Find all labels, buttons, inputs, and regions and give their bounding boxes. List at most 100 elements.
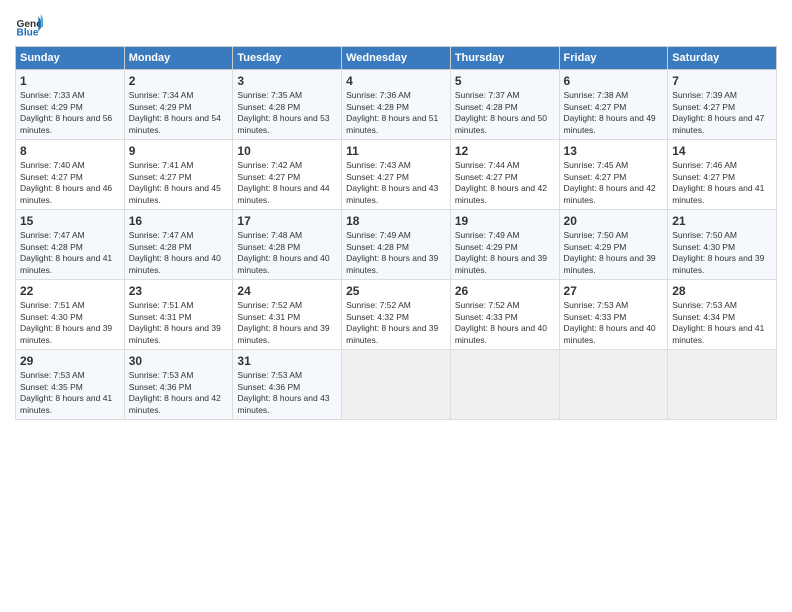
header-row: SundayMondayTuesdayWednesdayThursdayFrid…	[16, 47, 777, 70]
sunrise: Sunrise: 7:36 AM	[346, 90, 411, 100]
day-number: 11	[346, 143, 446, 159]
col-header-wednesday: Wednesday	[342, 47, 451, 70]
sunset: Sunset: 4:31 PM	[237, 312, 300, 322]
daylight: Daylight: 8 hours and 42 minutes.	[129, 393, 221, 414]
daylight: Daylight: 8 hours and 54 minutes.	[129, 113, 221, 134]
day-number: 27	[564, 283, 664, 299]
sunrise: Sunrise: 7:50 AM	[672, 230, 737, 240]
sunrise: Sunrise: 7:39 AM	[672, 90, 737, 100]
week-row-3: 15Sunrise: 7:47 AMSunset: 4:28 PMDayligh…	[16, 210, 777, 280]
sunrise: Sunrise: 7:52 AM	[455, 300, 520, 310]
header: General Blue	[15, 10, 777, 38]
day-number: 26	[455, 283, 555, 299]
col-header-sunday: Sunday	[16, 47, 125, 70]
sunrise: Sunrise: 7:38 AM	[564, 90, 629, 100]
day-number: 4	[346, 73, 446, 89]
sunset: Sunset: 4:28 PM	[20, 242, 83, 252]
sunrise: Sunrise: 7:40 AM	[20, 160, 85, 170]
week-row-2: 8Sunrise: 7:40 AMSunset: 4:27 PMDaylight…	[16, 140, 777, 210]
logo: General Blue	[15, 10, 47, 38]
day-cell	[668, 350, 777, 420]
calendar-table: SundayMondayTuesdayWednesdayThursdayFrid…	[15, 46, 777, 420]
sunset: Sunset: 4:29 PM	[564, 242, 627, 252]
day-cell: 8Sunrise: 7:40 AMSunset: 4:27 PMDaylight…	[16, 140, 125, 210]
sunset: Sunset: 4:29 PM	[455, 242, 518, 252]
day-cell: 15Sunrise: 7:47 AM Sunset: 4:28 PMDayligh…	[16, 210, 125, 280]
sunset: Sunset: 4:30 PM	[672, 242, 735, 252]
sunset: Sunset: 4:27 PM	[672, 172, 735, 182]
sunset: Sunset: 4:33 PM	[564, 312, 627, 322]
sunrise: Sunrise: 7:50 AM	[564, 230, 629, 240]
sunrise: Sunrise: 7:53 AM	[564, 300, 629, 310]
sunset: Sunset: 4:27 PM	[455, 172, 518, 182]
sunrise: Sunrise: 7:34 AM	[129, 90, 194, 100]
sunrise: Sunrise: 7:33 AM	[20, 90, 85, 100]
sunrise: Sunrise: 7:49 AM	[455, 230, 520, 240]
day-cell: 12Sunrise: 7:44 AMSunset: 4:27 PMDayligh…	[450, 140, 559, 210]
daylight: Daylight: 8 hours and 39 minutes.	[20, 323, 112, 344]
day-cell: 22Sunrise: 7:51 AMSunset: 4:30 PMDayligh…	[16, 280, 125, 350]
daylight: Daylight: 8 hours and 56 minutes.	[20, 113, 112, 134]
week-row-4: 22Sunrise: 7:51 AMSunset: 4:30 PMDayligh…	[16, 280, 777, 350]
day-cell: 1Sunrise: 7:33 AMSunset: 4:29 PMDaylight…	[16, 70, 125, 140]
day-number: 31	[237, 353, 337, 369]
day-number: 9	[129, 143, 229, 159]
sunset: Sunset: 4:28 PM	[129, 242, 192, 252]
daylight: Daylight: 8 hours and 46 minutes.	[20, 183, 112, 204]
day-number: 10	[237, 143, 337, 159]
sunset: Sunset: 4:27 PM	[564, 172, 627, 182]
day-cell: 24Sunrise: 7:52 AMSunset: 4:31 PMDayligh…	[233, 280, 342, 350]
daylight: Daylight: 8 hours and 41 minutes.	[672, 323, 764, 344]
sunset: Sunset: 4:29 PM	[129, 102, 192, 112]
day-number: 13	[564, 143, 664, 159]
day-number: 7	[672, 73, 772, 89]
logo-icon: General Blue	[15, 10, 43, 38]
daylight: Daylight: 8 hours and 39 minutes.	[672, 253, 764, 274]
sunrise: Sunrise: 7:37 AM	[455, 90, 520, 100]
day-cell: 25Sunrise: 7:52 AMSunset: 4:32 PMDayligh…	[342, 280, 451, 350]
day-cell: 7Sunrise: 7:39 AM Sunset: 4:27 PMDaylight…	[668, 70, 777, 140]
daylight: Daylight: 8 hours and 41 minutes.	[20, 253, 112, 274]
week-row-5: 29Sunrise: 7:53 AMSunset: 4:35 PMDayligh…	[16, 350, 777, 420]
day-number: 30	[129, 353, 229, 369]
sunset: Sunset: 4:28 PM	[237, 102, 300, 112]
day-number: 15	[20, 213, 120, 229]
sunset: Sunset: 4:27 PM	[672, 102, 735, 112]
daylight: Daylight: 8 hours and 39 minutes.	[129, 323, 221, 344]
daylight: Daylight: 8 hours and 41 minutes.	[20, 393, 112, 414]
daylight: Daylight: 8 hours and 51 minutes.	[346, 113, 438, 134]
sunrise: Sunrise: 7:52 AM	[237, 300, 302, 310]
sunset: Sunset: 4:33 PM	[455, 312, 518, 322]
sunset: Sunset: 4:28 PM	[346, 102, 409, 112]
sunset: Sunset: 4:34 PM	[672, 312, 735, 322]
daylight: Daylight: 8 hours and 39 minutes.	[346, 253, 438, 274]
sunrise: Sunrise: 7:46 AM	[672, 160, 737, 170]
daylight: Daylight: 8 hours and 53 minutes.	[237, 113, 329, 134]
day-number: 22	[20, 283, 120, 299]
sunrise: Sunrise: 7:47 AM	[20, 230, 85, 240]
day-number: 16	[129, 213, 229, 229]
sunrise: Sunrise: 7:45 AM	[564, 160, 629, 170]
sunset: Sunset: 4:28 PM	[346, 242, 409, 252]
daylight: Daylight: 8 hours and 47 minutes.	[672, 113, 764, 134]
day-number: 18	[346, 213, 446, 229]
day-number: 6	[564, 73, 664, 89]
col-header-monday: Monday	[124, 47, 233, 70]
daylight: Daylight: 8 hours and 40 minutes.	[564, 323, 656, 344]
daylight: Daylight: 8 hours and 49 minutes.	[564, 113, 656, 134]
day-cell: 27Sunrise: 7:53 AM Sunset: 4:33 PMDayligh…	[559, 280, 668, 350]
day-cell: 11Sunrise: 7:43 AMSunset: 4:27 PMDayligh…	[342, 140, 451, 210]
day-cell: 28Sunrise: 7:53 AMSunset: 4:34 PMDayligh…	[668, 280, 777, 350]
day-cell: 31Sunrise: 7:53 AMSunset: 4:36 PMDayligh…	[233, 350, 342, 420]
day-cell: 10Sunrise: 7:42 AMSunset: 4:27 PMDayligh…	[233, 140, 342, 210]
day-number: 20	[564, 213, 664, 229]
daylight: Daylight: 8 hours and 39 minutes.	[564, 253, 656, 274]
col-header-saturday: Saturday	[668, 47, 777, 70]
daylight: Daylight: 8 hours and 39 minutes.	[455, 253, 547, 274]
daylight: Daylight: 8 hours and 43 minutes.	[346, 183, 438, 204]
sunset: Sunset: 4:30 PM	[20, 312, 83, 322]
daylight: Daylight: 8 hours and 43 minutes.	[237, 393, 329, 414]
daylight: Daylight: 8 hours and 40 minutes.	[237, 253, 329, 274]
daylight: Daylight: 8 hours and 39 minutes.	[237, 323, 329, 344]
sunset: Sunset: 4:27 PM	[237, 172, 300, 182]
